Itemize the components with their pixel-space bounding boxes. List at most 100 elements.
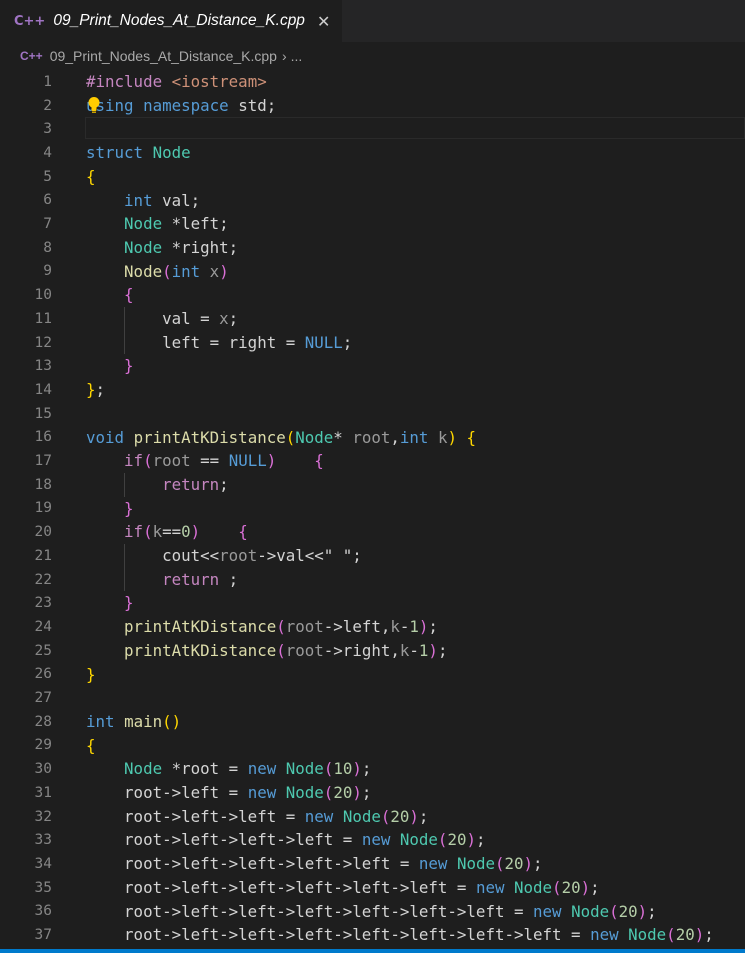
close-icon[interactable]: ✕ xyxy=(317,12,330,31)
code-line[interactable]: 30 Node *root = new Node(10); xyxy=(0,757,745,781)
code-line[interactable]: 36 root->left->left->left->left->left->l… xyxy=(0,900,745,924)
code-line[interactable]: 11 val = x; xyxy=(0,307,745,331)
code-token: ( xyxy=(666,925,676,945)
code-line[interactable]: 28 int main() xyxy=(0,710,745,734)
line-number: 35 xyxy=(34,879,52,896)
code-line[interactable]: 29 { xyxy=(0,734,745,758)
code-token: main xyxy=(124,711,163,731)
code-line[interactable]: 6 int val; xyxy=(0,189,745,213)
code-line[interactable]: 21 cout<<root->val<<" "; xyxy=(0,544,745,568)
code-token: new xyxy=(475,877,505,897)
code-token: root xyxy=(152,451,191,471)
code-token: std; xyxy=(228,95,277,115)
code-line[interactable]: 23 } xyxy=(0,591,745,615)
code-token: *left; xyxy=(162,214,229,234)
lightbulb-icon[interactable] xyxy=(87,96,101,114)
code-line[interactable]: 1 #include <iostream> xyxy=(0,70,745,94)
code-text: #include <iostream> xyxy=(86,70,267,94)
code-token: ; xyxy=(418,806,429,826)
code-token: return xyxy=(162,474,220,494)
breadcrumb-more[interactable]: ... xyxy=(291,48,303,64)
code-line[interactable]: 19 } xyxy=(0,497,745,521)
code-token: ; xyxy=(342,332,353,352)
code-token: 20 xyxy=(561,877,581,897)
code-text: return; xyxy=(86,473,229,497)
cpp-file-icon: C++ xyxy=(20,49,43,63)
code-token: left = right = xyxy=(86,332,305,352)
code-line[interactable]: 35 root->left->left->left->left->left = … xyxy=(0,876,745,900)
code-token: 20 xyxy=(390,806,410,826)
code-token: { xyxy=(124,285,134,305)
line-number: 17 xyxy=(34,453,52,470)
code-line[interactable]: 7 Node *left; xyxy=(0,212,745,236)
code-line[interactable]: 22 return ; xyxy=(0,568,745,592)
code-text: using namespace std; xyxy=(86,94,276,118)
code-token: root->left->left->left->left->left->left… xyxy=(86,925,591,945)
code-line[interactable]: 5{ xyxy=(0,165,745,189)
code-token: () xyxy=(162,711,182,731)
code-line[interactable]: 16 void printAtKDistance(Node* root,int k… xyxy=(0,426,745,450)
code-text: root->left->left->left->left = new Node(… xyxy=(86,852,543,876)
code-token: new xyxy=(418,854,448,874)
code-line[interactable]: 4 struct Node xyxy=(0,141,745,165)
line-number: 16 xyxy=(34,429,52,446)
code-line[interactable]: 32 root->left->left = new Node(20); xyxy=(0,805,745,829)
code-line[interactable]: 18 return; xyxy=(0,473,745,497)
code-token: NULL xyxy=(228,451,267,471)
code-line[interactable]: 14}; xyxy=(0,378,745,402)
code-line[interactable]: 9 Node(int x) xyxy=(0,260,745,284)
code-line[interactable]: 3 xyxy=(0,117,745,141)
code-line[interactable]: 33 root->left->left->left = new Node(20)… xyxy=(0,828,745,852)
line-number: 9 xyxy=(43,263,52,280)
code-token: new xyxy=(247,759,277,779)
line-number: 36 xyxy=(34,903,52,920)
code-text: Node *right; xyxy=(86,236,238,260)
code-line[interactable]: 25 printAtKDistance(root->right,k-1); xyxy=(0,639,745,663)
code-line[interactable]: 20 if(k==0) { xyxy=(0,520,745,544)
code-line[interactable]: 13 } xyxy=(0,354,745,378)
line-number: 5 xyxy=(43,168,52,185)
code-line[interactable]: 17 if(root == NULL) { xyxy=(0,449,745,473)
code-line[interactable]: 2 using namespace std; xyxy=(0,94,745,118)
code-token: ) xyxy=(266,451,277,471)
code-line[interactable]: 31 root->left = new Node(20); xyxy=(0,781,745,805)
code-line[interactable]: 12 left = right = NULL; xyxy=(0,331,745,355)
code-token: ) xyxy=(694,925,705,945)
code-token: if xyxy=(124,451,144,471)
code-token: root xyxy=(285,640,324,660)
code-line[interactable]: 8 Node *right; xyxy=(0,236,745,260)
code-text: cout<<root->val<<" "; xyxy=(86,544,362,568)
line-number: 15 xyxy=(34,405,52,422)
code-line[interactable]: 24 printAtKDistance(root->left,k-1); xyxy=(0,615,745,639)
code-token: Node xyxy=(285,783,324,802)
current-line-highlight xyxy=(85,117,745,140)
code-line[interactable]: 10 { xyxy=(0,283,745,307)
code-text: int val; xyxy=(86,189,200,213)
code-token: x xyxy=(219,309,229,328)
code-line[interactable]: 27 xyxy=(0,686,745,710)
editor-tab[interactable]: C++ 09_Print_Nodes_At_Distance_K.cpp ✕ xyxy=(0,0,343,42)
code-token: val = xyxy=(86,309,220,328)
line-number: 7 xyxy=(43,216,52,233)
line-number: 3 xyxy=(43,121,52,138)
breadcrumb-file[interactable]: 09_Print_Nodes_At_Distance_K.cpp xyxy=(50,48,277,64)
code-token: } xyxy=(124,498,134,518)
code-token: new xyxy=(533,901,562,921)
code-line[interactable]: 34 root->left->left->left->left = new No… xyxy=(0,852,745,876)
code-token: 20 xyxy=(504,854,524,874)
code-editor[interactable]: 1 #include <iostream> 2 using namespace std… xyxy=(0,70,745,953)
code-line[interactable]: 26} xyxy=(0,663,745,687)
line-number: 18 xyxy=(34,476,52,493)
code-line[interactable]: 37 root->left->left->left->left->left->l… xyxy=(0,923,745,947)
code-line[interactable]: 15 xyxy=(0,402,745,426)
code-token: ( xyxy=(285,427,296,447)
code-text: { xyxy=(86,283,134,307)
code-text: struct Node xyxy=(86,141,191,165)
code-token: Node xyxy=(514,877,553,897)
line-number: 28 xyxy=(34,713,52,730)
code-token: ) xyxy=(219,261,229,281)
